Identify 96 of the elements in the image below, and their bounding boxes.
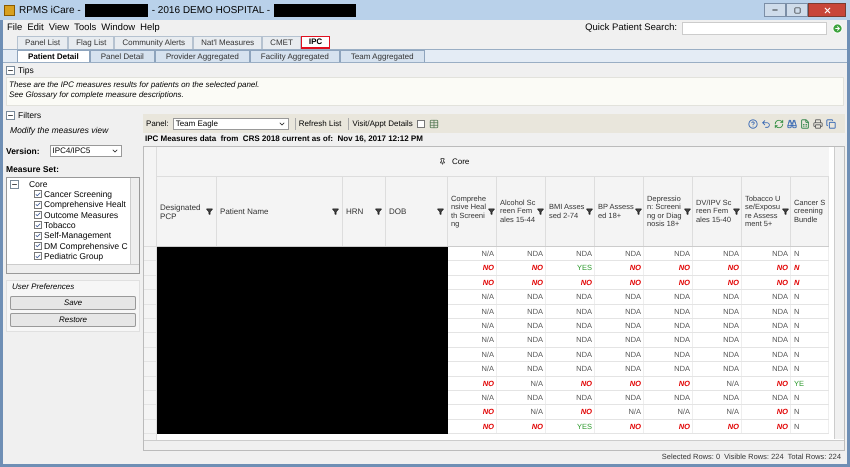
- tree-toggle[interactable]: [10, 180, 19, 189]
- filter-icon[interactable]: [488, 208, 495, 215]
- tab[interactable]: IPC: [300, 36, 330, 49]
- filter-icon[interactable]: [733, 208, 740, 215]
- window-title: - 2016 DEMO HOSPITAL -: [152, 4, 270, 18]
- tree-item[interactable]: Core: [29, 178, 48, 191]
- checkbox[interactable]: [34, 210, 42, 219]
- measure-set-label: Measure Set:: [6, 162, 60, 176]
- filter-icon[interactable]: [437, 208, 444, 215]
- maximize-icon: [794, 6, 800, 14]
- refresh-icon[interactable]: [774, 118, 784, 128]
- tab[interactable]: Patient Detail: [17, 50, 90, 62]
- menu-item[interactable]: View: [48, 21, 70, 36]
- redaction: [84, 4, 148, 16]
- grid-icon[interactable]: [428, 118, 439, 128]
- tab[interactable]: Panel List: [17, 36, 68, 49]
- tree-item[interactable]: Cancer Screening: [44, 188, 112, 201]
- group-header: Core: [452, 156, 470, 168]
- filter-icon[interactable]: [537, 208, 544, 215]
- menu-item[interactable]: Help: [140, 21, 160, 36]
- panel-dropdown[interactable]: Team Eagle: [172, 118, 289, 130]
- checkbox[interactable]: [416, 120, 425, 128]
- tab[interactable]: Provider Aggregated: [154, 50, 250, 62]
- header-text: DOB: [389, 207, 406, 216]
- checkbox[interactable]: [34, 200, 42, 209]
- version-label: Version:: [6, 144, 40, 158]
- filter-icon[interactable]: [332, 208, 339, 215]
- copy-icon[interactable]: [826, 118, 836, 128]
- quick-search-label: Quick Patient Search:: [585, 21, 677, 36]
- menu-item[interactable]: Tools: [74, 21, 96, 36]
- help-icon[interactable]: [748, 118, 758, 128]
- collapse-toggle[interactable]: [6, 66, 15, 74]
- pin-icon[interactable]: [439, 158, 446, 165]
- quick-search-field[interactable]: [682, 22, 827, 35]
- scrollbar[interactable]: [834, 147, 844, 439]
- print-icon[interactable]: [813, 118, 823, 128]
- maximize-button[interactable]: [786, 3, 808, 17]
- preferences-title: User Preferences: [11, 281, 76, 294]
- version-dropdown[interactable]: IPC4/IPC5: [50, 145, 122, 158]
- section-title: Filters: [18, 108, 42, 122]
- checkbox[interactable]: [34, 190, 42, 198]
- tab[interactable]: Team Aggregated: [340, 50, 425, 62]
- filter-icon[interactable]: [206, 208, 213, 215]
- header-text: HRN: [346, 207, 364, 216]
- tab[interactable]: Community Alerts: [114, 36, 194, 49]
- filter-icon[interactable]: [782, 208, 789, 215]
- close-button[interactable]: [808, 3, 846, 17]
- data-caption: IPC Measures data from CRS 2018 current as of: Nov 16, 2017 12:12 PM: [144, 133, 424, 145]
- collapse-toggle[interactable]: [6, 110, 15, 120]
- column-header[interactable]: Designated PCP: [157, 177, 217, 246]
- preference-button[interactable]: Restore: [10, 313, 136, 328]
- app-icon: [4, 4, 15, 16]
- tab[interactable]: Flag List: [68, 36, 114, 49]
- scrollbar[interactable]: [144, 440, 844, 450]
- tree-item[interactable]: Self-Management: [44, 229, 112, 242]
- checkbox[interactable]: [34, 232, 42, 240]
- tree-item[interactable]: DM Comprehensive C: [44, 240, 128, 252]
- filter-icon[interactable]: [684, 208, 691, 215]
- menu-item[interactable]: Edit: [27, 21, 44, 36]
- filter-icon[interactable]: [586, 208, 593, 215]
- preference-button[interactable]: Save: [10, 296, 136, 310]
- undo-icon[interactable]: [761, 118, 771, 128]
- window-title: RPMS iCare -: [19, 4, 81, 18]
- header-text: Patient Name: [220, 207, 268, 216]
- section-title: Tips: [18, 64, 34, 76]
- tab[interactable]: Facility Aggregated: [250, 50, 340, 62]
- tab[interactable]: CMET: [262, 36, 301, 49]
- tree-item[interactable]: Pediatric Group: [44, 250, 104, 263]
- menu-item[interactable]: Window: [101, 21, 136, 36]
- go-icon[interactable]: [832, 23, 843, 34]
- refresh-list-button[interactable]: Refresh List: [294, 118, 344, 130]
- column-header[interactable]: DOB: [386, 177, 448, 246]
- panel-label: Panel:: [146, 118, 169, 130]
- scrollbar[interactable]: [7, 264, 139, 274]
- tip-text: These are the IPC measures results for patients on the selected panel.: [9, 80, 260, 90]
- scrollbar[interactable]: [130, 178, 139, 264]
- checkbox[interactable]: [34, 242, 42, 250]
- column-header[interactable]: HRN: [343, 177, 386, 246]
- tip-text: See Glossary for complete measure descriptions.: [9, 90, 185, 100]
- visit-details-label: Visit/Appt Details: [348, 118, 413, 130]
- tab[interactable]: Panel Detail: [90, 50, 155, 62]
- binoculars-icon[interactable]: [787, 118, 797, 128]
- filter-icon[interactable]: [375, 208, 382, 215]
- filter-icon[interactable]: [635, 208, 642, 215]
- tree-item[interactable]: Outcome Measures: [44, 208, 118, 222]
- checkbox[interactable]: [34, 221, 42, 230]
- spreadsheet-icon[interactable]: [800, 118, 810, 128]
- menu-item[interactable]: File: [7, 21, 22, 36]
- checkbox[interactable]: [34, 252, 42, 260]
- tree-item[interactable]: Comprehensive Healt: [44, 198, 126, 212]
- header-text: Designated PCP: [160, 202, 202, 220]
- tab[interactable]: Nat'l Measures: [193, 36, 262, 49]
- close-icon: [822, 6, 832, 14]
- tree-item[interactable]: Tobacco: [44, 218, 76, 232]
- column-header[interactable]: Patient Name: [217, 177, 343, 246]
- hint-text: Modify the measures view: [9, 124, 110, 137]
